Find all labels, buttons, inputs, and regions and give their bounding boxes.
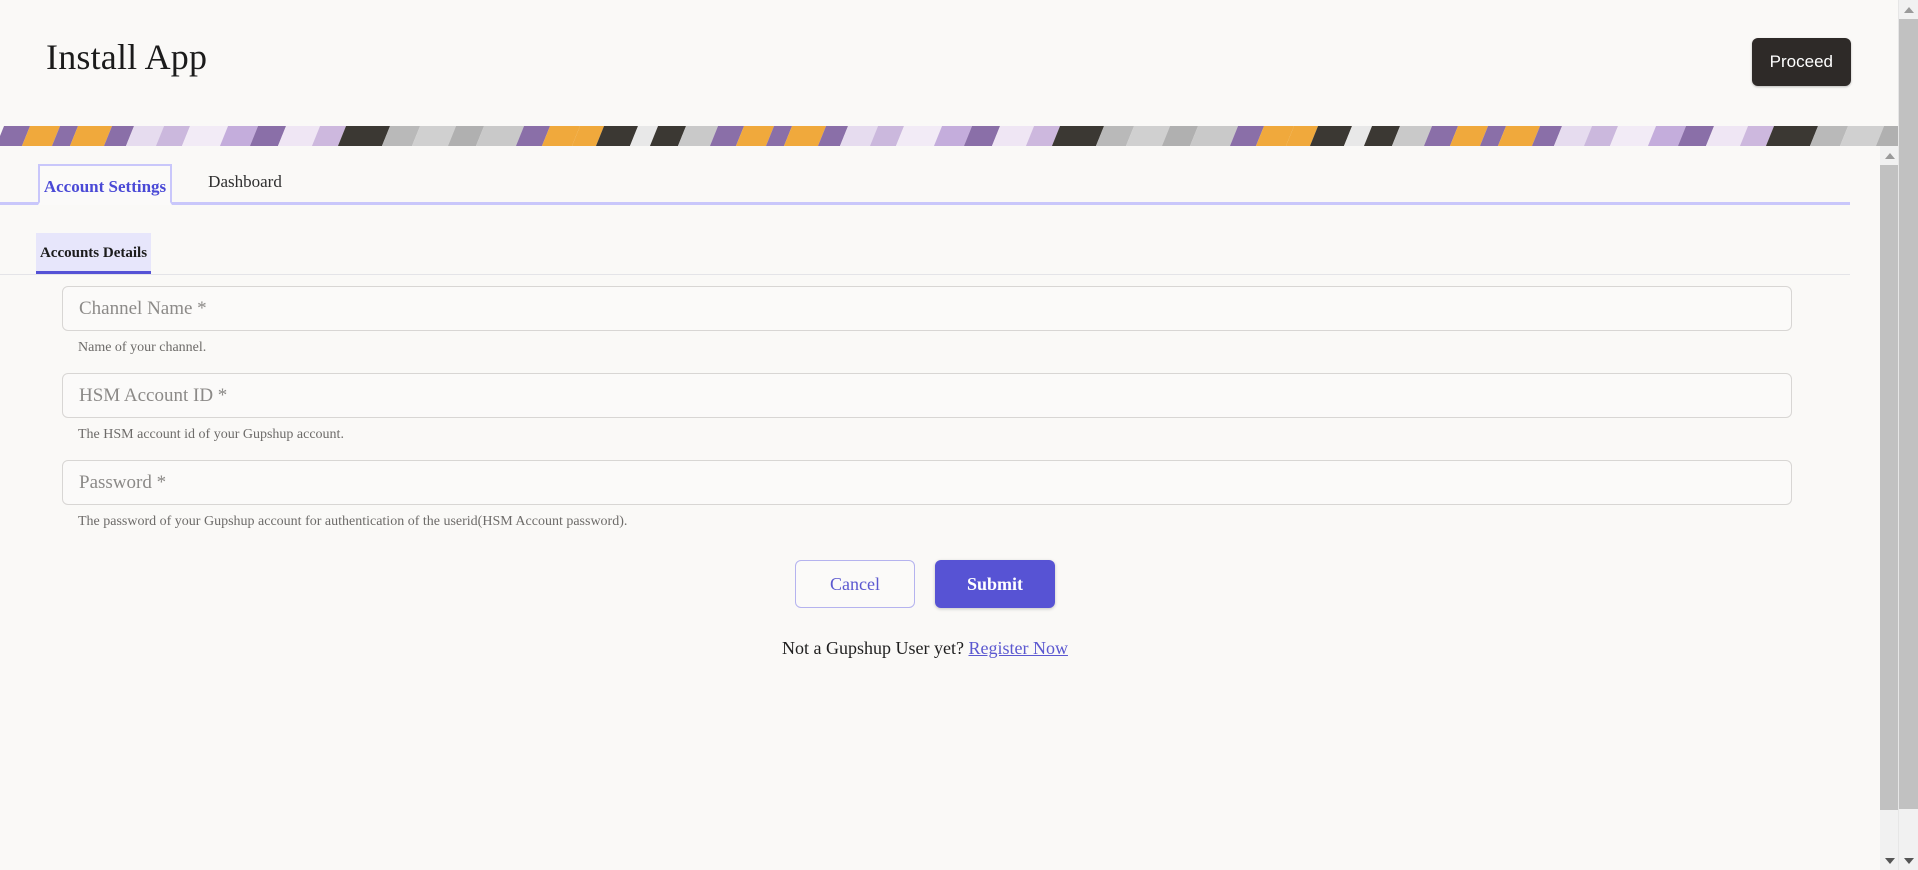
inner-scrollbar-thumb[interactable] xyxy=(1880,165,1899,810)
page-scroll-down-icon[interactable] xyxy=(1899,851,1918,870)
form-actions: Cancel Submit xyxy=(0,560,1850,608)
inner-scrollbar[interactable] xyxy=(1880,146,1899,870)
tab-account-settings[interactable]: Account Settings xyxy=(38,164,172,205)
field-group-hsm-account-id: The HSM account id of your Gupshup accou… xyxy=(0,373,1850,443)
account-details-form: Name of your channel. The HSM account id… xyxy=(0,286,1850,659)
hsm-account-id-helper: The HSM account id of your Gupshup accou… xyxy=(78,427,344,442)
content-frame: Account Settings Dashboard Accounts Deta… xyxy=(0,146,1899,870)
inner-scroll-up-icon[interactable] xyxy=(1880,146,1899,165)
app-header: Install App Proceed xyxy=(0,0,1899,126)
channel-name-helper: Name of your channel. xyxy=(78,340,207,355)
tab-bar: Account Settings Dashboard xyxy=(0,161,1850,205)
page-scrollbar-thumb[interactable] xyxy=(1899,19,1918,809)
register-prompt-text: Not a Gupshup User yet? xyxy=(782,638,964,658)
proceed-button[interactable]: Proceed xyxy=(1751,38,1851,86)
password-input[interactable] xyxy=(62,460,1792,505)
register-now-link[interactable]: Register Now xyxy=(968,638,1067,658)
inner-scroll-down-icon[interactable] xyxy=(1880,851,1899,870)
page-scroll-up-icon[interactable] xyxy=(1899,0,1918,19)
stripe-row xyxy=(0,126,1899,146)
page-title: Install App xyxy=(46,37,208,77)
cancel-button[interactable]: Cancel xyxy=(795,560,915,608)
field-group-password: The password of your Gupshup account for… xyxy=(0,460,1850,530)
field-group-channel-name: Name of your channel. xyxy=(0,286,1850,356)
hsm-account-id-input[interactable] xyxy=(62,373,1792,418)
tab-dashboard[interactable]: Dashboard xyxy=(185,161,305,202)
decorative-stripe-banner xyxy=(0,126,1899,146)
subtab-accounts-details[interactable]: Accounts Details xyxy=(36,233,151,274)
submit-button[interactable]: Submit xyxy=(935,560,1055,608)
channel-name-input[interactable] xyxy=(62,286,1792,331)
register-prompt-row: Not a Gupshup User yet? Register Now xyxy=(0,638,1850,659)
page-scrollbar[interactable] xyxy=(1898,0,1918,870)
subtab-bar: Accounts Details xyxy=(0,233,1850,275)
password-helper: The password of your Gupshup account for… xyxy=(78,514,628,529)
